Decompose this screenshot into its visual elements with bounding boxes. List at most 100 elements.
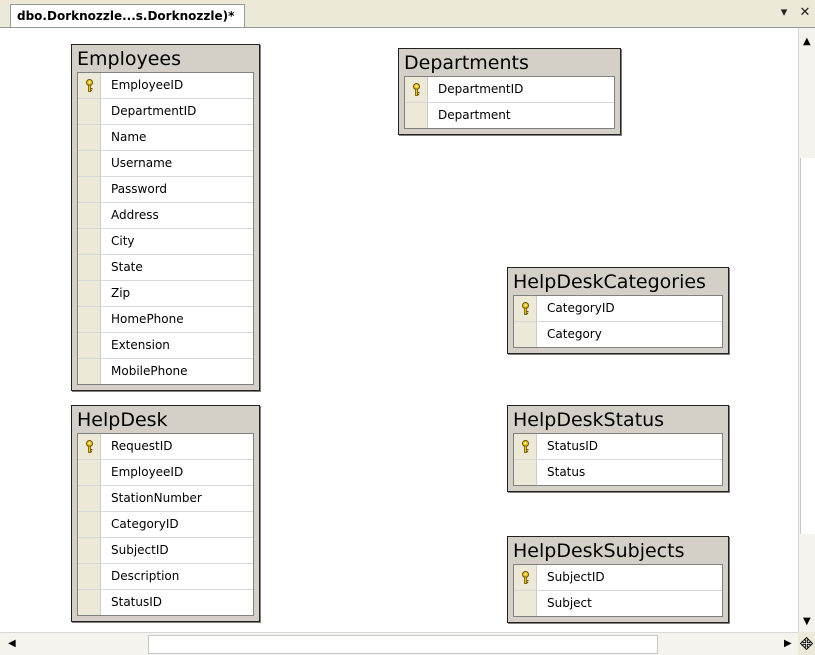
row-selector[interactable] [78,73,101,98]
column-row[interactable]: DepartmentID [78,99,253,125]
row-selector[interactable] [514,565,537,590]
table-title[interactable]: HelpDeskSubjects [513,537,723,564]
arrow-right-icon[interactable]: ▶ [784,638,792,650]
column-row[interactable]: City [78,229,253,255]
column-row[interactable]: Address [78,203,253,229]
row-selector[interactable] [78,281,101,306]
table-helpdeskstatus[interactable]: HelpDeskStatus StatusID Status [507,405,729,492]
chevron-down-icon[interactable]: ▾ [776,5,792,21]
row-selector[interactable] [78,564,101,589]
table-title[interactable]: HelpDeskCategories [513,268,723,295]
column-row[interactable]: CategoryID [514,296,722,322]
table-title[interactable]: Employees [77,45,254,72]
row-selector[interactable] [405,77,428,102]
arrow-up-icon[interactable]: ▲ [803,36,811,48]
column-row[interactable]: EmployeeID [78,460,253,486]
column-list: CategoryID Category [513,295,723,348]
column-row[interactable]: HomePhone [78,307,253,333]
column-row[interactable]: StationNumber [78,486,253,512]
table-title[interactable]: Departments [404,49,615,76]
horizontal-scrollbar[interactable]: ◀ ▶ [0,632,798,655]
column-name: Username [111,156,173,170]
column-name: Name [111,130,147,144]
row-selector[interactable] [78,486,101,511]
column-list: DepartmentID Department [404,76,615,129]
key-icon [520,571,531,584]
document-tab[interactable]: dbo.Dorknozzle...s.Dorknozzle)* [10,4,246,27]
column-row[interactable]: EmployeeID [78,73,253,99]
column-row[interactable]: Description [78,564,253,590]
arrow-left-icon[interactable]: ◀ [8,638,16,650]
row-selector[interactable] [514,460,537,485]
column-row[interactable]: Username [78,151,253,177]
diagram-canvas[interactable]: Employees EmployeeID DepartmentID Name User… [0,28,798,632]
row-selector[interactable] [78,590,101,615]
column-row[interactable]: Password [78,177,253,203]
column-name: MobilePhone [111,364,188,378]
row-selector[interactable] [78,125,101,150]
table-title[interactable]: HelpDeskStatus [513,406,723,433]
row-selector[interactable] [78,460,101,485]
column-row[interactable]: State [78,255,253,281]
table-helpdesk[interactable]: HelpDesk RequestID EmployeeID StationNumbe… [71,405,260,622]
row-selector[interactable] [405,103,428,128]
column-name: HomePhone [111,312,184,326]
vertical-scrollbar[interactable]: ▲ ▼ [798,28,815,632]
column-name: SubjectID [547,570,605,584]
vertical-scroll-thumb[interactable] [800,158,815,534]
move-icon[interactable] [798,632,815,654]
column-row[interactable]: Zip [78,281,253,307]
column-row[interactable]: SubjectID [78,538,253,564]
column-row[interactable]: DepartmentID [405,77,614,103]
row-selector[interactable] [78,307,101,332]
table-helpdeskcategories[interactable]: HelpDeskCategories CategoryID Category [507,267,729,354]
key-icon [84,79,95,92]
row-selector[interactable] [78,434,101,459]
table-helpdesksubjects[interactable]: HelpDeskSubjects SubjectID Subject [507,536,729,623]
row-selector[interactable] [78,255,101,280]
column-row[interactable]: Subject [514,591,722,616]
column-name: State [111,260,143,274]
row-selector[interactable] [78,177,101,202]
column-row[interactable]: Category [514,322,722,347]
column-name: EmployeeID [111,465,184,479]
key-icon [411,83,422,96]
column-row[interactable]: SubjectID [514,565,722,591]
row-selector[interactable] [78,512,101,537]
row-selector[interactable] [78,333,101,358]
row-selector[interactable] [78,359,101,384]
column-name: DepartmentID [438,82,524,96]
row-selector[interactable] [78,151,101,176]
table-employees[interactable]: Employees EmployeeID DepartmentID Name User… [71,44,260,391]
row-selector[interactable] [514,434,537,459]
row-selector[interactable] [78,538,101,563]
column-name: SubjectID [111,543,169,557]
column-name: Department [438,108,511,122]
column-row[interactable]: Department [405,103,614,128]
column-name: StationNumber [111,491,202,505]
row-selector[interactable] [514,591,537,616]
row-selector[interactable] [78,99,101,124]
column-row[interactable]: StatusID [514,434,722,460]
row-selector[interactable] [78,203,101,228]
row-selector[interactable] [514,322,537,347]
row-selector[interactable] [78,229,101,254]
column-name: Extension [111,338,170,352]
column-row[interactable]: MobilePhone [78,359,253,384]
column-name: CategoryID [547,301,615,315]
column-row[interactable]: StatusID [78,590,253,615]
column-row[interactable]: Name [78,125,253,151]
column-name: Subject [547,596,592,610]
table-departments[interactable]: Departments DepartmentID Department [398,48,621,135]
row-selector[interactable] [514,296,537,321]
arrow-down-icon[interactable]: ▼ [803,616,811,628]
key-icon [520,440,531,453]
column-name: Password [111,182,168,196]
column-row[interactable]: RequestID [78,434,253,460]
column-row[interactable]: Extension [78,333,253,359]
horizontal-scroll-thumb[interactable] [148,635,658,654]
close-icon[interactable]: ✕ [797,5,813,21]
table-title[interactable]: HelpDesk [77,406,254,433]
column-row[interactable]: Status [514,460,722,485]
column-row[interactable]: CategoryID [78,512,253,538]
